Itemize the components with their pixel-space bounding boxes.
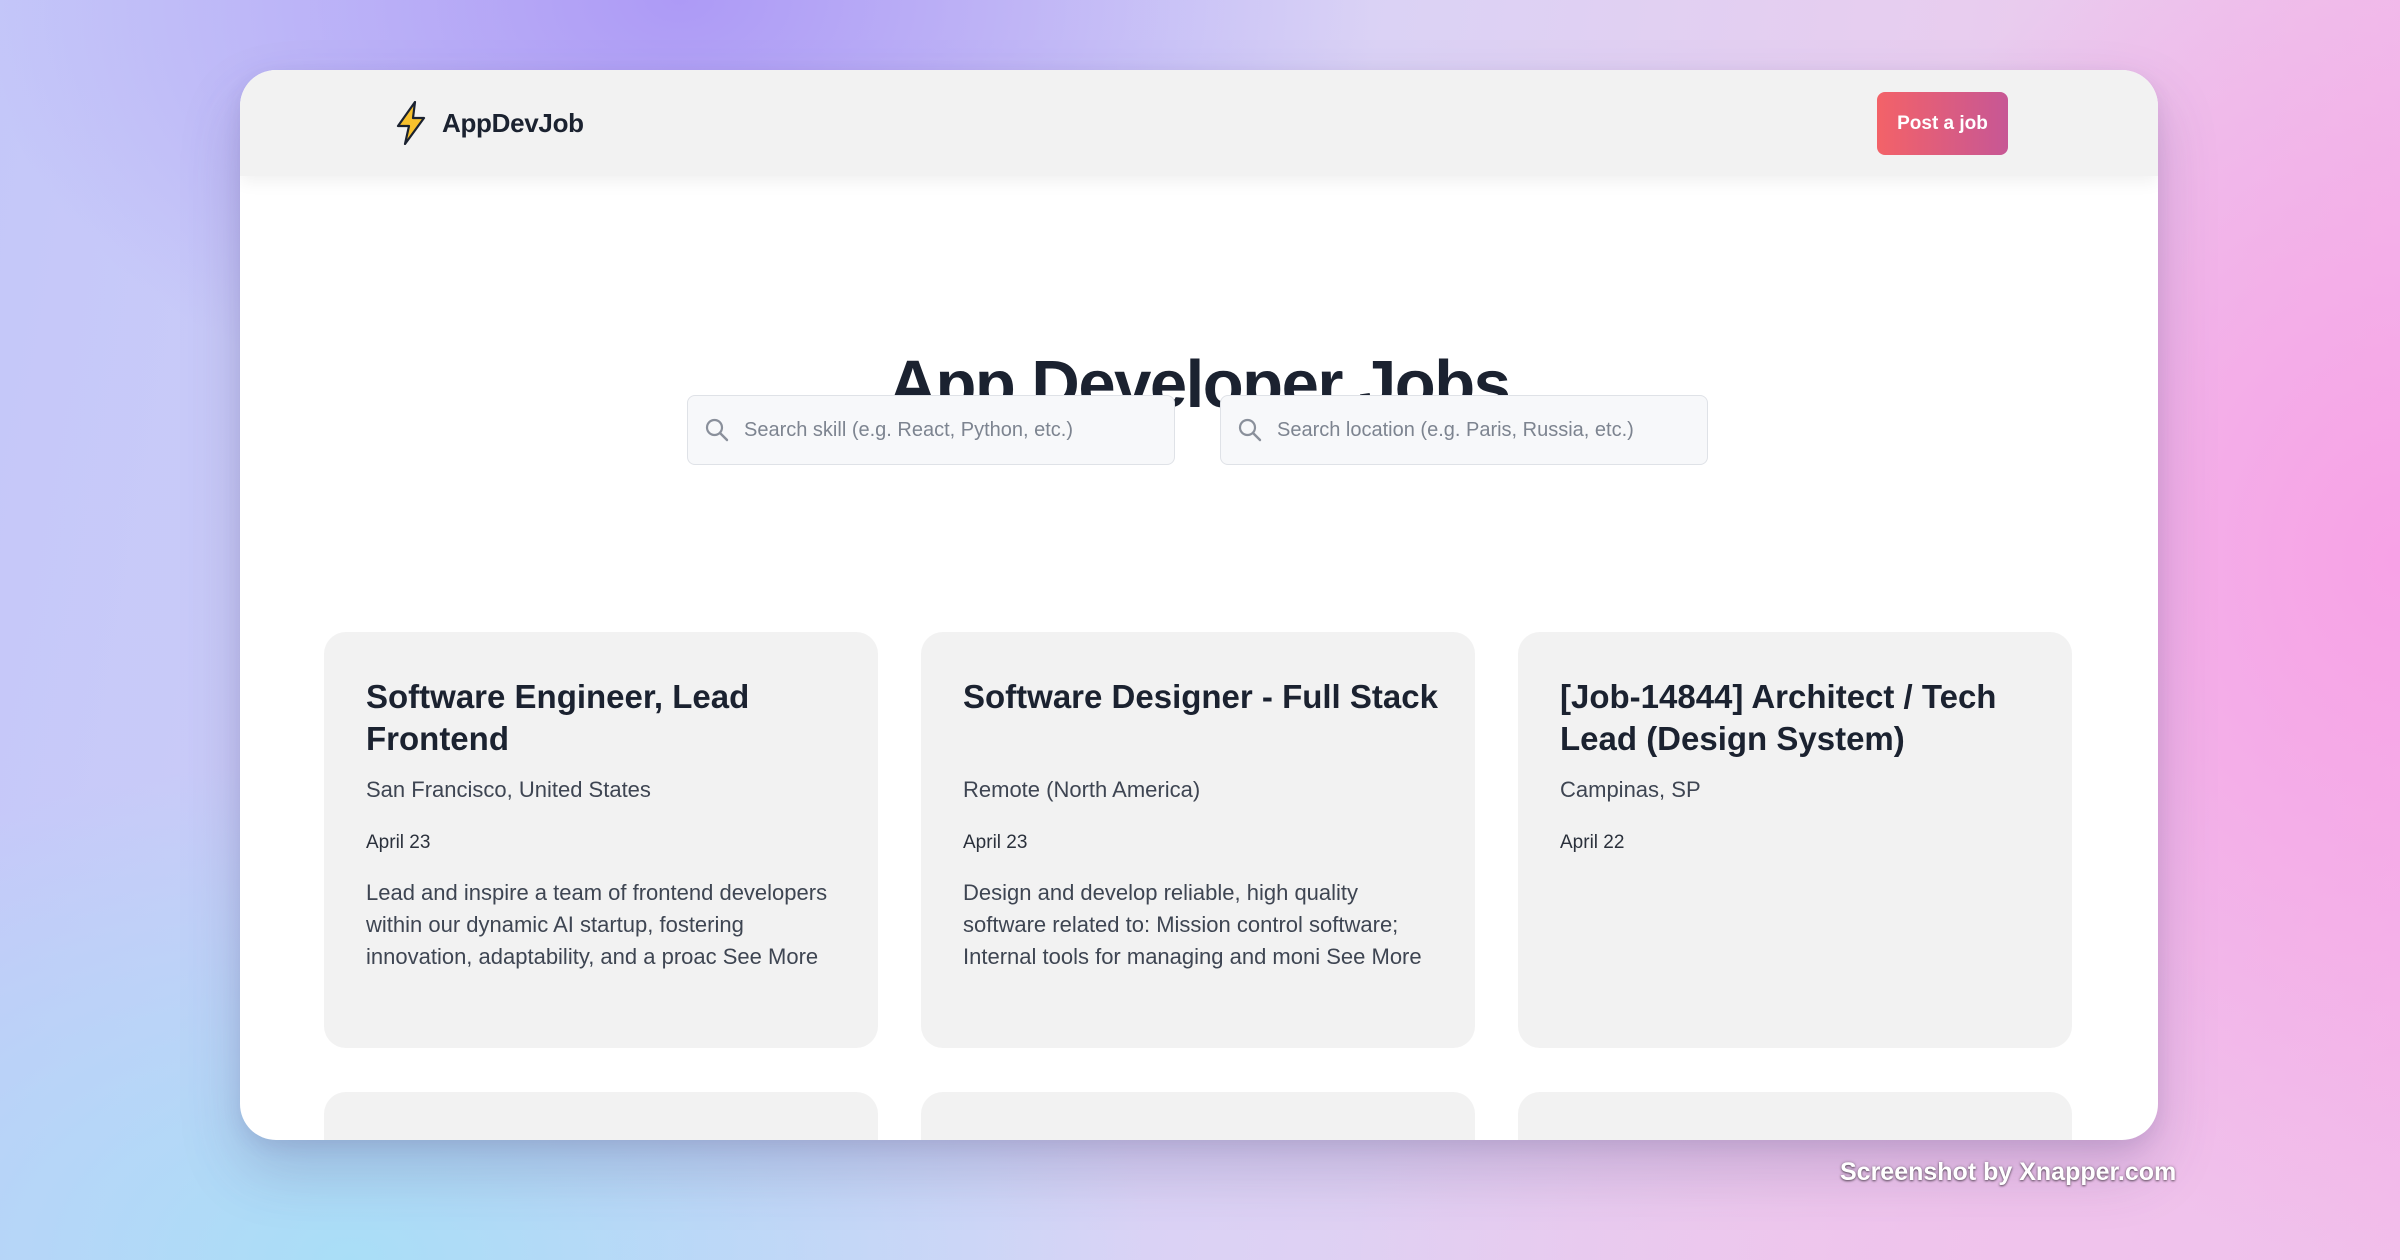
job-card[interactable]: Software Engineer, Lead Frontend San Fra… [324,632,878,1048]
see-more-link[interactable]: See More [723,944,818,969]
skill-search-placeholder: Search skill (e.g. React, Python, etc.) [744,418,1074,441]
skill-search-input[interactable]: Search skill (e.g. React, Python, etc.) [687,395,1175,465]
search-icon [1237,417,1263,443]
job-description: Lead and inspire a team of frontend deve… [366,877,844,973]
job-description: Design and develop reliable, high qualit… [963,877,1441,973]
job-location: San Francisco, United States [366,777,651,802]
brand-name: AppDevJob [442,107,584,138]
see-more-link[interactable]: See More [1326,944,1421,969]
navbar: AppDevJob Post a job [240,70,2158,176]
job-card[interactable]: [Job-14844] Architect / Tech Lead (Desig… [1518,632,2072,1048]
job-card-partial[interactable] [324,1092,878,1140]
job-card[interactable]: Software Designer - Full Stack Remote (N… [921,632,1475,1048]
job-date: April 23 [366,832,431,853]
search-icon [704,417,730,443]
job-date: April 23 [963,832,1028,853]
job-date: April 22 [1560,832,1625,853]
job-card-partial[interactable] [921,1092,1475,1140]
lightning-bolt-icon [388,100,434,146]
job-card-partial[interactable] [1518,1092,2072,1140]
job-title[interactable]: Software Designer - Full Stack [963,676,1443,718]
post-job-button[interactable]: Post a job [1877,92,2008,155]
brand-link[interactable]: AppDevJob [388,100,584,146]
job-title[interactable]: [Job-14844] Architect / Tech Lead (Desig… [1560,676,2040,760]
job-location: Remote (North America) [963,777,1201,802]
browser-window: AppDevJob Post a job App Developer Jobs … [240,70,2158,1140]
page-title: App Developer Jobs [888,347,1511,422]
job-title[interactable]: Software Engineer, Lead Frontend [366,676,846,760]
location-search-input[interactable]: Search location (e.g. Paris, Russia, etc… [1220,395,1708,465]
location-search-placeholder: Search location (e.g. Paris, Russia, etc… [1277,418,1634,441]
job-location: Campinas, SP [1560,777,1701,802]
watermark-text: Screenshot by Xnapper.com [1840,1158,2177,1186]
